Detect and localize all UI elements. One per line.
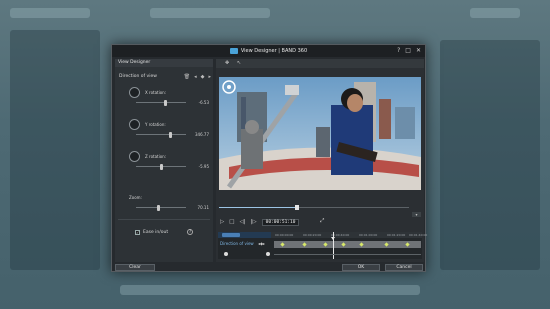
ease-checkbox[interactable]: ✓ <box>135 230 140 235</box>
x-rotation-slider[interactable] <box>136 99 186 106</box>
close-window-button[interactable]: ✕ <box>416 47 421 55</box>
video-preview[interactable] <box>219 77 421 190</box>
app-logo-icon <box>229 48 238 54</box>
title-bar: View Designer | BAND 360 ? □ ✕ <box>112 45 425 57</box>
zoom-value[interactable]: 70.11 <box>198 205 209 210</box>
ok-button[interactable]: OK <box>342 264 380 271</box>
help-icon[interactable]: ? <box>187 229 193 235</box>
zoom-out-icon[interactable] <box>224 252 228 256</box>
video-frame-image <box>219 77 421 190</box>
timecode-display[interactable]: 00:00:51:10 <box>261 218 300 226</box>
x-rotation-icon <box>129 87 140 98</box>
z-rotation-icon <box>129 151 140 162</box>
pointer-tool-icon[interactable]: ↖ <box>237 60 241 66</box>
bg-blur-panel <box>10 30 100 270</box>
z-rotation-value[interactable]: -5.95 <box>199 164 209 169</box>
cancel-button[interactable]: Cancel <box>385 264 423 271</box>
timeline-zoom-bar <box>218 252 422 257</box>
preview-panel: ✥ ↖ ▾ ▷ □ ◁| |▷ 00:00:51:10 ⤢ 00:00:00:0… <box>216 59 427 262</box>
keyframe-marker[interactable] <box>384 242 389 247</box>
play-button[interactable]: ▷ <box>220 219 224 225</box>
bg-blur-panel <box>440 40 540 270</box>
slider-thumb[interactable] <box>164 99 168 106</box>
keyframe-marker[interactable] <box>302 242 307 247</box>
add-keyframe-icon[interactable]: ◆ <box>201 74 205 80</box>
next-keyframe-icon[interactable]: ▸ <box>208 74 211 80</box>
keyframe-nav-icon[interactable]: ◂◆▸ <box>258 241 265 246</box>
scrubber-progress <box>219 207 297 208</box>
ruler-tick: 00:01:20:00 <box>387 233 406 237</box>
zoom-label: Zoom: <box>129 195 142 200</box>
maximize-window-button[interactable]: □ <box>405 47 411 55</box>
dialog-title: View Designer | BAND 360 <box>240 48 308 54</box>
x-rotation-value[interactable]: -6.53 <box>199 100 209 105</box>
bg-blur-bar <box>470 8 520 18</box>
panel-header: View Designer <box>115 59 213 67</box>
keyframe-marker[interactable] <box>359 242 365 247</box>
help-window-button[interactable]: ? <box>397 47 400 55</box>
pan-tool-icon[interactable]: ✥ <box>225 60 229 66</box>
keyframe-timeline: 00:00:00:00 00:00:20:00 00:00:40:00 00:0… <box>218 232 427 259</box>
prev-keyframe-icon[interactable]: ◂ <box>194 74 197 80</box>
collapse-icon[interactable]: ▾ <box>412 212 421 217</box>
panel-divider <box>118 219 210 220</box>
slider-thumb[interactable] <box>159 163 163 170</box>
y-rotation-icon <box>129 119 140 130</box>
previous-frame-button[interactable]: ◁| <box>239 219 245 225</box>
y-rotation-value[interactable]: 346.77 <box>195 132 209 137</box>
preview-toolbar: ✥ ↖ <box>216 59 424 68</box>
slider-thumb[interactable] <box>157 204 161 211</box>
keyframe-track[interactable] <box>274 241 421 248</box>
preview-scrubber[interactable] <box>219 205 409 210</box>
timeline-ruler[interactable]: 00:00:00:00 00:00:20:00 00:00:40:00 00:0… <box>218 232 427 238</box>
keyframe-marker[interactable] <box>405 242 411 247</box>
ruler-tick: 00:00:20:00 <box>303 233 322 237</box>
playback-controls: ▷ □ ◁| |▷ 00:00:51:10 <box>220 218 300 226</box>
delete-keyframe-icon[interactable]: 🗑 <box>184 74 190 80</box>
stop-button[interactable]: □ <box>229 219 234 225</box>
keyframe-marker[interactable] <box>280 242 285 247</box>
y-rotation-slider[interactable] <box>136 131 186 138</box>
zoom-range-indicator[interactable] <box>222 233 240 237</box>
dialog-footer: Clear OK Cancel <box>112 263 425 273</box>
keyframe-marker[interactable] <box>341 242 346 247</box>
x-rotation-label: X rotation: <box>145 90 167 95</box>
keyframe-marker[interactable] <box>323 242 329 247</box>
track-label-text: Direction of view <box>220 241 254 246</box>
view-designer-dialog: View Designer | BAND 360 ? □ ✕ View Desi… <box>111 44 427 273</box>
z-rotation-label: Z rotation: <box>145 154 167 159</box>
ruler-header <box>218 232 271 238</box>
ease-in-out-option[interactable]: ✓ Ease in/out <box>135 230 168 235</box>
zoom-in-icon[interactable] <box>266 252 270 256</box>
track-label: Direction of view ◂◆▸ <box>218 241 271 248</box>
section-title: Direction of view <box>119 74 157 79</box>
bg-blur-bar <box>120 285 420 295</box>
y-rotation-label: Y rotation: <box>145 122 166 127</box>
next-frame-button[interactable]: |▷ <box>251 219 257 225</box>
timeline-scrollbar[interactable] <box>274 254 421 255</box>
ruler-tick: 00:01:40:00 <box>409 233 428 237</box>
settings-panel: View Designer Direction of view 🗑 ◂ ◆ ▸ … <box>115 59 213 262</box>
bg-blur-bar <box>150 8 270 18</box>
direction-section: Direction of view 🗑 ◂ ◆ ▸ <box>119 74 211 81</box>
ruler-tick: 00:00:00:00 <box>275 233 294 237</box>
ruler-tick: 00:01:00:00 <box>359 233 378 237</box>
zoom-slider[interactable] <box>136 204 186 211</box>
clear-button[interactable]: Clear <box>115 264 155 271</box>
fullscreen-icon[interactable]: ⤢ <box>320 218 324 225</box>
ease-label: Ease in/out <box>143 230 169 235</box>
scrubber-thumb[interactable] <box>295 205 299 210</box>
z-rotation-slider[interactable] <box>136 163 186 170</box>
bg-blur-bar <box>10 8 90 18</box>
slider-thumb[interactable] <box>168 131 172 138</box>
